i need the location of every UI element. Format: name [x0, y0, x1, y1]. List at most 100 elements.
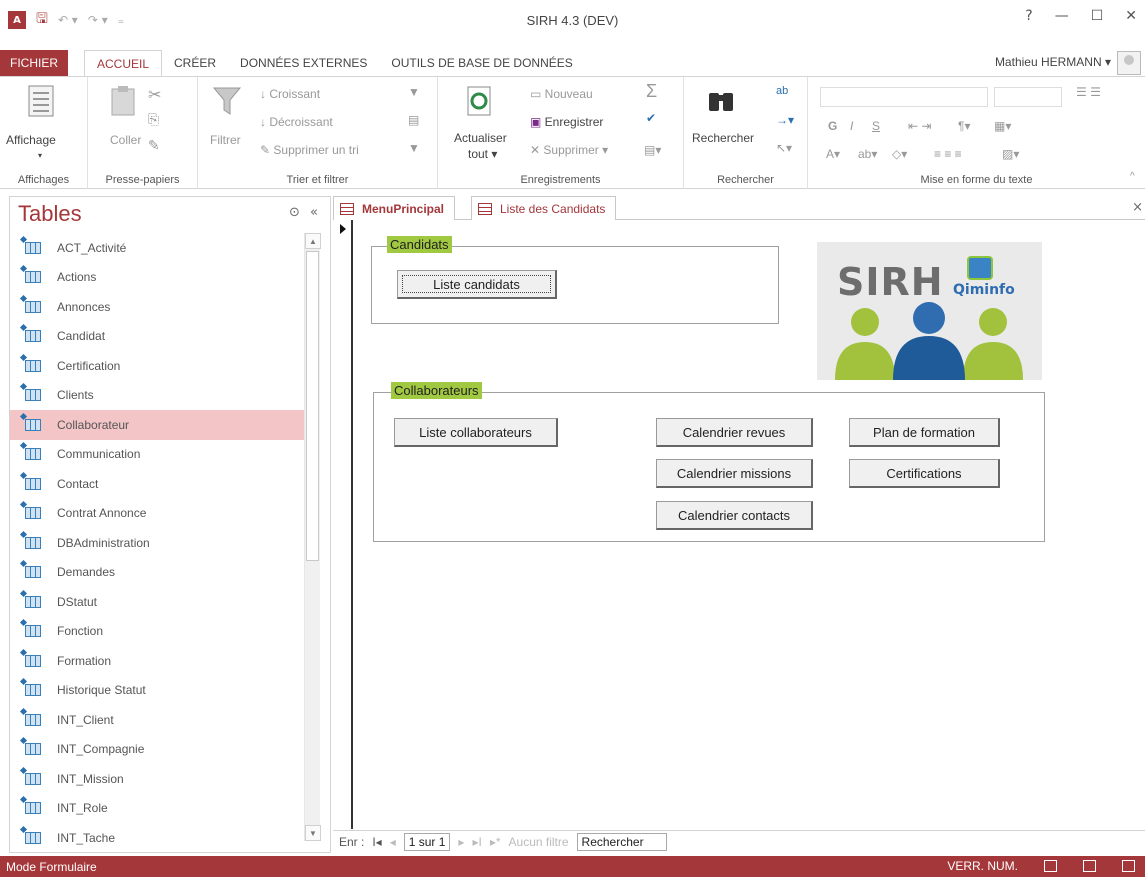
- tab-donnees-externes[interactable]: DONNÉES EXTERNES: [228, 50, 379, 76]
- nouveau-button[interactable]: ▭ Nouveau: [530, 87, 593, 101]
- selection-filter-icon[interactable]: ▼: [408, 85, 420, 99]
- select-icon[interactable]: ↖▾: [776, 141, 792, 155]
- first-record-icon[interactable]: I◂: [372, 835, 381, 849]
- doc-tab-liste-candidats[interactable]: Liste des Candidats: [471, 196, 617, 220]
- supprimer-button[interactable]: ✕ Supprimer ▾: [530, 143, 608, 157]
- highlight-icon[interactable]: ab▾: [858, 147, 877, 161]
- nav-item-table[interactable]: Contact: [10, 469, 310, 499]
- indent-icon[interactable]: ⇤ ⇥: [908, 119, 931, 133]
- next-record-icon[interactable]: ▸: [458, 835, 464, 849]
- minimize-icon[interactable]: —: [1055, 8, 1069, 24]
- nav-item-table[interactable]: INT_Client: [10, 705, 310, 735]
- underline-button[interactable]: S: [872, 119, 880, 133]
- goto-icon[interactable]: →▾: [776, 113, 794, 127]
- nav-item-table[interactable]: Annonces: [10, 292, 310, 322]
- rechercher-button[interactable]: Rechercher: [692, 131, 754, 145]
- certifications-button[interactable]: Certifications: [849, 459, 1000, 488]
- spelling-icon[interactable]: ✔: [646, 111, 656, 125]
- nav-scrollbar[interactable]: ▲ ▼: [304, 233, 321, 841]
- font-size-combo[interactable]: [994, 87, 1062, 107]
- doc-tab-menuprincipal[interactable]: MenuPrincipal: [333, 196, 456, 220]
- nav-item-table[interactable]: Clients: [10, 381, 310, 411]
- nav-item-table[interactable]: Formation: [10, 646, 310, 676]
- bullets-icon[interactable]: ☰ ☰: [1076, 85, 1101, 99]
- copy-icon[interactable]: ⎘: [148, 111, 159, 128]
- collapse-pane-icon[interactable]: «: [310, 205, 318, 220]
- scroll-down-icon[interactable]: ▼: [305, 825, 321, 841]
- form-view-toggle-icon[interactable]: [1044, 860, 1057, 872]
- affichage-dropdown-icon[interactable]: ▾: [38, 151, 42, 160]
- user-name[interactable]: Mathieu HERMANN ▾: [995, 55, 1111, 69]
- calendrier-contacts-button[interactable]: Calendrier contacts: [656, 501, 813, 530]
- nav-item-table[interactable]: DBAdministration: [10, 528, 310, 558]
- sort-descending-button[interactable]: ↓ Décroissant: [260, 115, 333, 129]
- italic-button[interactable]: I: [850, 119, 853, 133]
- scroll-up-icon[interactable]: ▲: [305, 233, 321, 249]
- alt-row-color-icon[interactable]: ▨▾: [1002, 147, 1019, 161]
- nav-item-table[interactable]: Collaborateur: [10, 410, 310, 440]
- replace-icon[interactable]: ab: [776, 85, 788, 97]
- totals-icon[interactable]: Σ: [646, 81, 657, 102]
- actualiser-tout-dropdown[interactable]: tout ▾: [468, 147, 497, 161]
- filtrer-button[interactable]: Filtrer: [210, 133, 241, 147]
- more-icon[interactable]: ▤▾: [644, 143, 661, 157]
- nav-item-table[interactable]: INT_Tache: [10, 823, 310, 853]
- fill-color-icon[interactable]: ◇▾: [892, 147, 907, 161]
- font-color-icon[interactable]: A▾: [826, 147, 840, 161]
- maximize-icon[interactable]: ☐: [1091, 8, 1104, 24]
- nav-item-table[interactable]: INT_Role: [10, 794, 310, 824]
- last-record-icon[interactable]: ▸I: [472, 835, 481, 849]
- nav-item-table[interactable]: DStatut: [10, 587, 310, 617]
- remove-sort-button[interactable]: ✎ Supprimer un tri: [260, 143, 359, 157]
- liste-candidats-button[interactable]: Liste candidats: [397, 270, 557, 299]
- nav-item-table[interactable]: Fonction: [10, 617, 310, 647]
- nav-item-table[interactable]: Actions: [10, 263, 310, 293]
- sort-ascending-button[interactable]: ↓ Croissant: [260, 87, 320, 101]
- prev-record-icon[interactable]: ◂: [390, 835, 396, 849]
- nav-item-table[interactable]: Candidat: [10, 322, 310, 352]
- avatar[interactable]: [1117, 51, 1141, 75]
- enregistrer-button[interactable]: ▣ Enregistrer: [530, 115, 603, 129]
- help-icon[interactable]: ?: [1025, 8, 1032, 24]
- calendrier-revues-button[interactable]: Calendrier revues: [656, 418, 813, 447]
- layout-view-toggle-icon[interactable]: [1083, 860, 1096, 872]
- scroll-thumb[interactable]: [306, 251, 319, 561]
- nav-item-table[interactable]: ACT_Activité: [10, 233, 310, 263]
- nav-item-table[interactable]: Contrat Annonce: [10, 499, 310, 529]
- tab-creer[interactable]: CRÉER: [162, 50, 228, 76]
- format-painter-icon[interactable]: ✎: [148, 137, 160, 154]
- close-icon[interactable]: ✕: [1125, 8, 1137, 24]
- affichage-button[interactable]: Affichage: [6, 133, 56, 147]
- close-document-icon[interactable]: ×: [1132, 200, 1143, 215]
- paragraph-icon[interactable]: ¶▾: [958, 119, 970, 133]
- gridlines-icon[interactable]: ▦▾: [994, 119, 1011, 133]
- record-selector[interactable]: [337, 220, 353, 829]
- align-icons[interactable]: ≡ ≡ ≡: [934, 147, 962, 161]
- actualiser-button[interactable]: Actualiser: [454, 131, 507, 145]
- nav-pane-title[interactable]: Tables: [18, 201, 82, 227]
- plan-de-formation-button[interactable]: Plan de formation: [849, 418, 1000, 447]
- new-record-nav-icon[interactable]: ▸*: [490, 835, 501, 849]
- liste-collaborateurs-button[interactable]: Liste collaborateurs: [394, 418, 558, 447]
- collapse-ribbon-icon[interactable]: ^: [1130, 171, 1135, 182]
- tab-outils-bdd[interactable]: OUTILS DE BASE DE DONNÉES: [379, 50, 584, 76]
- tab-accueil[interactable]: ACCUEIL: [84, 49, 163, 77]
- bold-button[interactable]: G: [828, 119, 837, 133]
- nav-item-table[interactable]: INT_Compagnie: [10, 735, 310, 765]
- record-search-input[interactable]: Rechercher: [576, 833, 667, 851]
- record-position-input[interactable]: 1 sur 1: [403, 833, 451, 851]
- no-filter-button[interactable]: Aucun filtre: [509, 835, 569, 849]
- nav-item-table[interactable]: Historique Statut: [10, 676, 310, 706]
- coller-button[interactable]: Coller: [110, 133, 141, 147]
- nav-item-table[interactable]: INT_Mission: [10, 764, 310, 794]
- toggle-filter-icon[interactable]: ▼: [408, 141, 420, 155]
- nav-menu-icon[interactable]: ⊙: [289, 205, 300, 220]
- nav-item-table[interactable]: Communication: [10, 440, 310, 470]
- cut-icon[interactable]: ✂: [148, 85, 161, 105]
- advanced-filter-icon[interactable]: ▤: [408, 113, 419, 127]
- nav-item-table[interactable]: Certification: [10, 351, 310, 381]
- nav-item-table[interactable]: Demandes: [10, 558, 310, 588]
- font-name-combo[interactable]: [820, 87, 988, 107]
- calendrier-missions-button[interactable]: Calendrier missions: [656, 459, 813, 488]
- design-view-toggle-icon[interactable]: [1122, 860, 1135, 872]
